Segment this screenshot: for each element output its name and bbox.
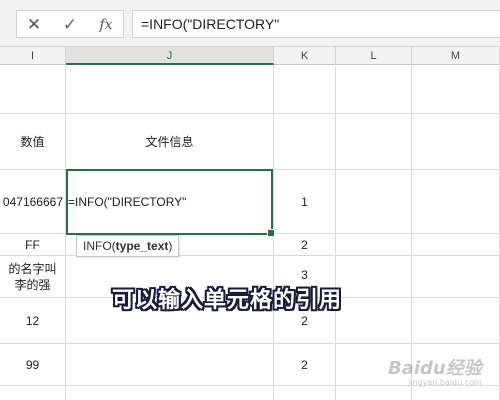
- cell-l-4[interactable]: [336, 234, 412, 256]
- cell-i-5[interactable]: 的名字叫 李的强: [0, 256, 66, 298]
- cell-i-8[interactable]: [0, 386, 66, 400]
- cell-l-6[interactable]: [336, 298, 412, 344]
- cell-l-2[interactable]: [336, 114, 412, 170]
- cell-i-3[interactable]: 047166667: [0, 170, 66, 234]
- cell-k-8[interactable]: [274, 386, 336, 400]
- cell-m-2[interactable]: [412, 114, 500, 170]
- cell-m-1[interactable]: [412, 66, 500, 114]
- cell-i-7[interactable]: 99: [0, 344, 66, 386]
- cell-m-5[interactable]: [412, 256, 500, 298]
- cell-k-7[interactable]: 2: [274, 344, 336, 386]
- formula-buttons: ✕ ✓ fx: [16, 10, 124, 38]
- close-icon[interactable]: ✕: [23, 14, 45, 36]
- column-header-i[interactable]: I: [0, 47, 66, 65]
- formula-input[interactable]: =INFO("DIRECTORY": [132, 10, 500, 38]
- cell-l-5[interactable]: [336, 256, 412, 298]
- column-header-l[interactable]: L: [336, 47, 412, 65]
- insert-function-button[interactable]: fx: [95, 14, 117, 36]
- video-caption: 可以输入单元格的引用: [112, 288, 343, 313]
- cell-j-1[interactable]: [66, 66, 274, 114]
- formula-bar: ✕ ✓ fx =INFO("DIRECTORY": [0, 0, 500, 47]
- cell-j-header[interactable]: 文件信息: [66, 114, 274, 170]
- cell-m-6[interactable]: [412, 298, 500, 344]
- cell-j-7[interactable]: [66, 344, 274, 386]
- cell-j-8[interactable]: [66, 386, 274, 400]
- column-header-m[interactable]: M: [412, 47, 500, 65]
- column-header-k[interactable]: K: [274, 47, 336, 65]
- watermark-brand: Baidu经验: [388, 358, 482, 379]
- cell-l-3[interactable]: [336, 170, 412, 234]
- fill-handle[interactable]: [267, 229, 275, 237]
- active-cell-border: [66, 169, 275, 237]
- watermark-url: jingyan.baidu.com: [408, 378, 482, 387]
- check-icon[interactable]: ✓: [59, 14, 81, 36]
- cell-i-6[interactable]: 12: [0, 298, 66, 344]
- cell-k-1[interactable]: [274, 66, 336, 114]
- watermark: Baidu经验 jingyan.baidu.com: [380, 352, 495, 396]
- cell-m-4[interactable]: [412, 234, 500, 256]
- cell-k-4[interactable]: 2: [274, 234, 336, 256]
- tooltip-close-paren: ): [168, 239, 173, 253]
- cell-l-1[interactable]: [336, 66, 412, 114]
- tooltip-function-name: INFO(: [83, 239, 116, 253]
- cell-i-4[interactable]: FF: [0, 234, 66, 256]
- cell-k-2[interactable]: [274, 114, 336, 170]
- cell-i-header[interactable]: 数值: [0, 114, 66, 170]
- column-header-j[interactable]: J: [66, 47, 274, 65]
- cell-m-3[interactable]: [412, 170, 500, 234]
- tooltip-argument: type_text: [115, 239, 169, 253]
- cell-i-1[interactable]: [0, 66, 66, 114]
- function-tooltip[interactable]: INFO(type_text): [76, 235, 180, 257]
- cell-k-3[interactable]: 1: [274, 170, 336, 234]
